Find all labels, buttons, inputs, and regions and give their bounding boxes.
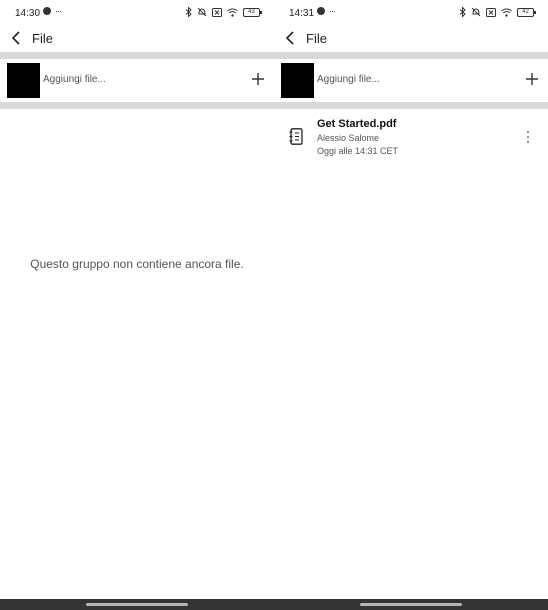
status-left-icons: ··· (43, 6, 62, 16)
wifi-icon (501, 8, 512, 17)
right-screen: 14:31 ··· 42 File Aggiungi file... Get S… (274, 0, 548, 610)
plus-icon[interactable] (525, 72, 539, 86)
status-left-icons: ··· (317, 6, 336, 16)
plus-icon[interactable] (251, 72, 265, 86)
navigation-bar (0, 599, 274, 610)
status-bar: 14:31 ··· 42 (274, 0, 548, 26)
file-author: Alessio Salome (317, 133, 380, 143)
more-vert-icon[interactable] (526, 130, 530, 144)
do-not-disturb-icon (471, 7, 481, 17)
empty-state-message: Questo gruppo non contiene ancora file. (30, 257, 244, 271)
avatar (7, 63, 40, 98)
pdf-document-icon (289, 128, 303, 145)
add-file-label: Aggiungi file... (43, 74, 106, 85)
divider (0, 52, 274, 59)
app-bar: File (274, 26, 548, 52)
page-title: File (32, 31, 53, 46)
do-not-disturb-icon (197, 7, 207, 17)
battery-icon: 43 (243, 7, 262, 17)
no-sim-icon (486, 7, 496, 17)
avatar (281, 63, 314, 98)
status-time: 14:31 (289, 8, 315, 19)
back-arrow-icon[interactable] (282, 29, 300, 47)
divider (274, 52, 548, 59)
add-file-row[interactable]: Aggiungi file... (274, 59, 548, 102)
left-screen: 14:30 ··· 43 File Aggiungi file... Quest… (0, 0, 274, 610)
add-file-row[interactable]: Aggiungi file... (0, 59, 274, 102)
status-time: 14:30 (15, 8, 41, 19)
file-name: Get Started.pdf (317, 118, 397, 130)
home-gesture-handle[interactable] (360, 603, 462, 606)
divider (274, 102, 548, 109)
status-right-icons: 43 (185, 7, 262, 17)
more-notifications-icon: ··· (329, 6, 336, 16)
list-item[interactable]: Get Started.pdf Alessio Salome Oggi alle… (274, 110, 548, 166)
status-right-icons: 42 (459, 7, 536, 17)
app-bar: File (0, 26, 274, 52)
home-gesture-handle[interactable] (86, 603, 188, 606)
notification-icon (43, 7, 51, 15)
no-sim-icon (212, 7, 222, 17)
navigation-bar (274, 599, 548, 610)
add-file-label: Aggiungi file... (317, 74, 380, 85)
bluetooth-icon (459, 7, 466, 17)
status-bar: 14:30 ··· 43 (0, 0, 274, 26)
battery-icon: 42 (517, 7, 536, 17)
divider (0, 102, 274, 109)
back-arrow-icon[interactable] (8, 29, 26, 47)
bluetooth-icon (185, 7, 192, 17)
file-date: Oggi alle 14:31 CET (317, 146, 399, 156)
wifi-icon (227, 8, 238, 17)
more-notifications-icon: ··· (55, 6, 62, 16)
notification-icon (317, 7, 325, 15)
page-title: File (306, 31, 327, 46)
